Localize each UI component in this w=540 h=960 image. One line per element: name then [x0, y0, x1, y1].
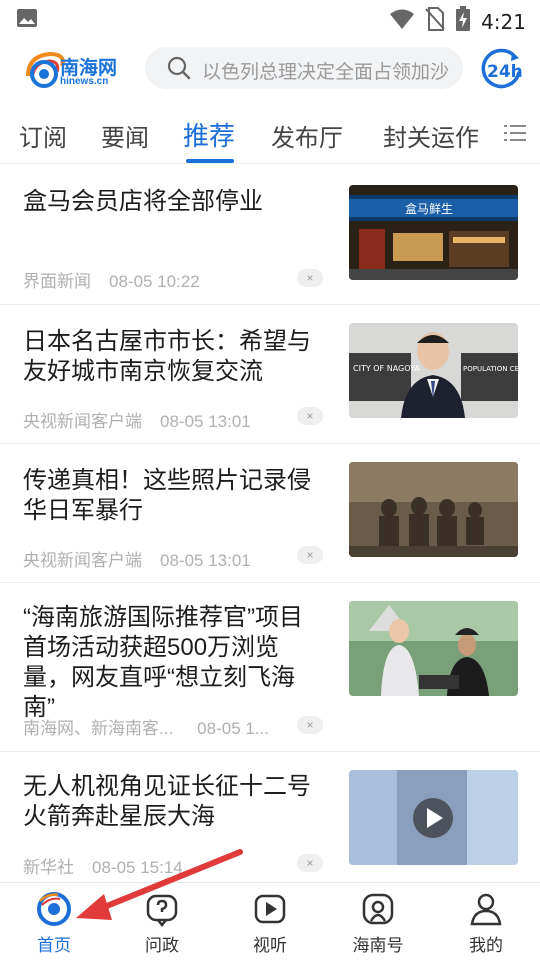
image-notification-icon	[16, 8, 38, 33]
battery-charging-icon	[455, 6, 471, 37]
wifi-icon	[389, 8, 415, 35]
news-source: 南海网、新海南客...	[23, 719, 174, 738]
nav-label: 问政	[145, 936, 179, 955]
search-bar[interactable]: 以色列总理决定全面占领加沙	[145, 47, 463, 89]
sign-left-text: CITY OF NAGOYA	[353, 364, 420, 373]
video-play-icon	[254, 894, 286, 924]
news-time: 08-05 13:01	[160, 551, 251, 570]
dismiss-button[interactable]: ×	[297, 407, 323, 425]
home-swirl-icon	[37, 892, 71, 926]
nav-label: 视听	[253, 936, 287, 955]
news-meta: 界面新闻 08-05 10:22	[23, 267, 200, 292]
logo-domain: hinews.cn	[60, 76, 109, 87]
news-title[interactable]: 日本名古屋市市长：希望与友好城市南京恢复交流	[23, 327, 323, 387]
no-sim-icon	[425, 7, 445, 36]
dismiss-button[interactable]: ×	[297, 854, 323, 872]
news-thumbnail[interactable]	[349, 770, 518, 865]
tab-press-hall[interactable]: 发布厅	[271, 118, 343, 153]
news-24h-button[interactable]: 24h	[478, 46, 524, 92]
store-sign-text: 盒马鲜生	[405, 201, 453, 216]
news-item[interactable]: 盒马会员店将全部停业 界面新闻 08-05 10:22 × 盒马鲜生	[0, 165, 540, 305]
channel-tabs: 订阅 要闻 推荐 发布厅 封关运作	[0, 100, 540, 164]
news-source: 央视新闻客户端	[23, 412, 142, 431]
nav-label: 我的	[469, 936, 503, 955]
news-meta: 南海网、新海南客... 08-05 1...	[23, 714, 269, 739]
news-item[interactable]: 传递真相！这些照片记录侵华日军暴行 央视新闻客户端 08-05 13:01 ×	[0, 444, 540, 583]
dismiss-button[interactable]: ×	[297, 716, 323, 734]
tab-headlines[interactable]: 要闻	[101, 118, 149, 153]
news-time: 08-05 1...	[197, 719, 269, 738]
dismiss-button[interactable]: ×	[297, 546, 323, 564]
app-header: 南海网 hinews.cn 以色列总理决定全面占领加沙 24h	[0, 38, 540, 100]
news-title[interactable]: 传递真相！这些照片记录侵华日军暴行	[23, 466, 323, 526]
tab-customs-operation[interactable]: 封关运作	[383, 118, 479, 153]
news-thumbnail[interactable]: 盒马鲜生	[349, 185, 518, 280]
news-title[interactable]: 盒马会员店将全部停业	[23, 187, 323, 217]
nav-label: 海南号	[352, 936, 404, 955]
dismiss-button[interactable]: ×	[297, 269, 323, 287]
annotation-arrow-icon	[76, 849, 243, 920]
news-time: 08-05 13:01	[160, 412, 251, 431]
news-title[interactable]: “海南旅游国际推荐官”项目首场活动获超500万浏览量，网友直呼“想立刻飞海南”	[23, 603, 323, 723]
status-bar: 4:21	[0, 0, 540, 38]
news-meta: 央视新闻客户端 08-05 13:01	[23, 546, 251, 571]
news-thumbnail[interactable]	[349, 601, 518, 696]
news-source: 央视新闻客户端	[23, 551, 142, 570]
search-placeholder: 以色列总理决定全面占领加沙	[202, 62, 450, 83]
news-time: 08-05 10:22	[109, 272, 200, 291]
nav-hainan-account[interactable]: 海南号	[338, 891, 418, 956]
nav-label: 首页	[37, 936, 71, 955]
news-thumbnail[interactable]	[349, 462, 518, 557]
active-tab-indicator	[186, 159, 234, 163]
news-source: 界面新闻	[23, 272, 91, 291]
news-item[interactable]: “海南旅游国际推荐官”项目首场活动获超500万浏览量，网友直呼“想立刻飞海南” …	[0, 583, 540, 752]
clock-time: 4:21	[481, 9, 526, 34]
news-item[interactable]: 日本名古屋市市长：希望与友好城市南京恢复交流 央视新闻客户端 08-05 13:0…	[0, 305, 540, 444]
news-meta: 央视新闻客户端 08-05 13:01	[23, 407, 251, 432]
tab-recommend[interactable]: 推荐	[183, 116, 235, 153]
news-source: 新华社	[23, 858, 74, 877]
channel-menu-icon[interactable]	[504, 124, 526, 147]
user-profile-icon	[470, 893, 502, 926]
sign-right-text: POPULATION CENSUS	[463, 365, 518, 373]
news-thumbnail[interactable]: CITY OF NAGOYA POPULATION CENSUS	[349, 323, 518, 418]
tab-subscribe[interactable]: 订阅	[19, 118, 67, 153]
app-logo[interactable]: 南海网 hinews.cn	[22, 46, 126, 92]
nav-profile[interactable]: 我的	[446, 891, 526, 956]
news-title[interactable]: 无人机视角见证长征十二号火箭奔赴星辰大海	[23, 772, 323, 832]
hainan-account-icon	[362, 893, 394, 925]
play-video-icon[interactable]	[421, 806, 445, 835]
search-icon	[167, 56, 191, 85]
badge-24h-text: 24h	[487, 62, 523, 82]
